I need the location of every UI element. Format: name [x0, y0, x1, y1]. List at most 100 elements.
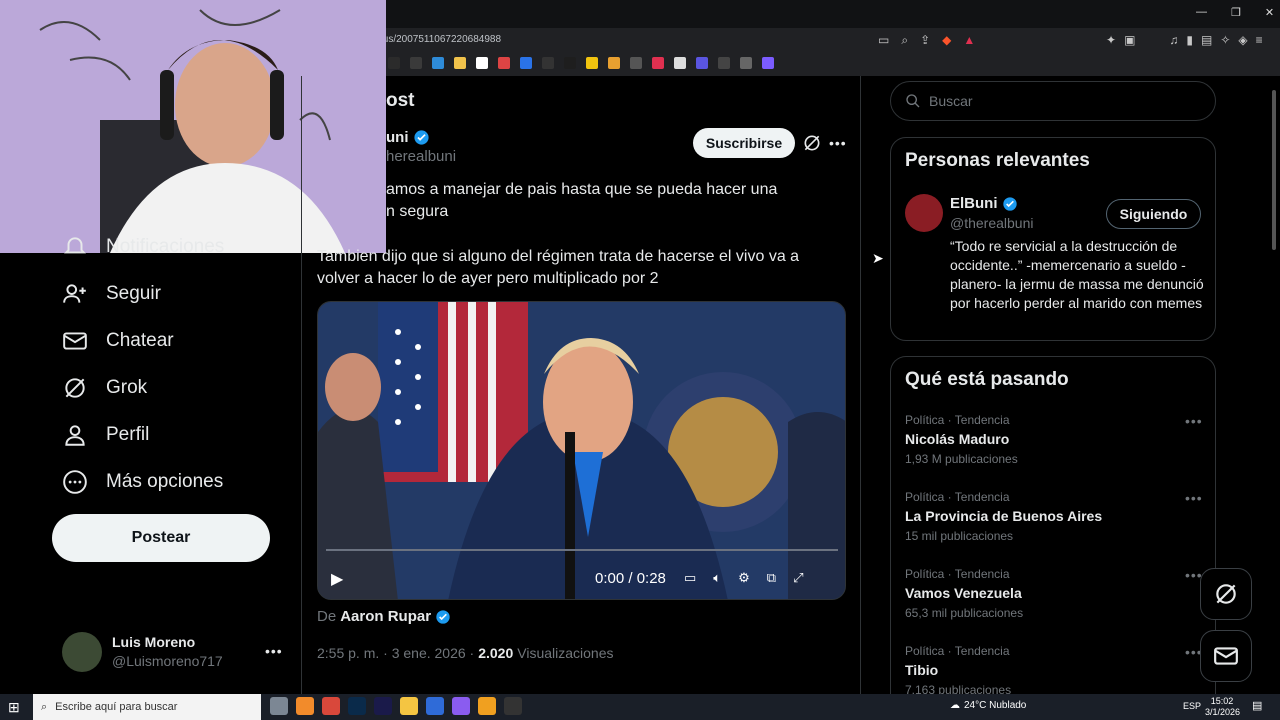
- bookmark-icon[interactable]: [564, 57, 576, 69]
- play-icon[interactable]: ▶: [331, 569, 343, 589]
- bookmark-icon[interactable]: [542, 57, 554, 69]
- taskbar-app-icon[interactable]: [400, 697, 418, 715]
- trend-more-icon[interactable]: •••: [1185, 490, 1203, 506]
- bookmark-icon[interactable]: [652, 57, 664, 69]
- nav-more[interactable]: Más opciones: [62, 469, 223, 495]
- window-controls: — ❐ ✕: [1196, 6, 1274, 19]
- bookmark-icon[interactable]: [498, 57, 510, 69]
- bell-icon: [63, 237, 87, 254]
- trend-item[interactable]: Política · Tendencia Vamos Venezuela 65,3 …: [905, 567, 1205, 627]
- taskbar-app-icon[interactable]: [452, 697, 470, 715]
- author-name[interactable]: uni: [386, 129, 430, 146]
- bookmark-icon[interactable]: [454, 57, 466, 69]
- messages-floating-button[interactable]: [1200, 630, 1252, 682]
- taskbar-search-input[interactable]: ⌕ Escribe aquí para buscar: [33, 694, 261, 720]
- bookmark-icon[interactable]: [608, 57, 620, 69]
- taskbar-app-icon[interactable]: [322, 697, 340, 715]
- account-menu-icon[interactable]: •••: [265, 643, 283, 659]
- relevant-handle[interactable]: @therealbuni: [950, 215, 1034, 231]
- post-timestamp[interactable]: 2:55 p. m. · 3 ene. 2026 ·: [317, 645, 474, 661]
- bookmark-icon[interactable]: [476, 57, 488, 69]
- wallet-icon[interactable]: ▤: [1201, 33, 1212, 47]
- taskbar-app-icon[interactable]: [478, 697, 496, 715]
- trend-more-icon[interactable]: •••: [1185, 413, 1203, 429]
- share-icon[interactable]: ⇪: [920, 33, 930, 48]
- weather-text: 24°C Nublado: [964, 700, 1027, 711]
- trend-item[interactable]: Política · Tendencia La Provincia de Buen…: [905, 490, 1205, 550]
- mouse-cursor-icon: ➤: [872, 250, 884, 266]
- verified-badge-icon: [436, 609, 450, 624]
- bookmark-icon[interactable]: [410, 57, 422, 69]
- trend-meta: Política · Tendencia: [905, 567, 1010, 581]
- close-icon[interactable]: ✕: [1265, 6, 1274, 19]
- captions-icon[interactable]: ▭: [684, 570, 696, 586]
- taskbar-app-icon[interactable]: [374, 697, 392, 715]
- subscribe-button[interactable]: Suscribirse: [693, 128, 795, 158]
- more-circle-icon: [63, 470, 87, 494]
- windows-start-icon[interactable]: ⊞: [8, 699, 20, 716]
- bookmarks-bar: [388, 55, 774, 71]
- nav-grok[interactable]: Grok: [62, 375, 147, 401]
- bookmark-icon[interactable]: [630, 57, 642, 69]
- trend-item[interactable]: Política · Tendencia Nicolás Maduro 1,93 M…: [905, 413, 1205, 473]
- nav-follow[interactable]: Seguir: [62, 281, 161, 307]
- scrollbar[interactable]: [1272, 90, 1276, 250]
- bookmark-icon[interactable]: [520, 57, 532, 69]
- restore-icon[interactable]: ❐: [1231, 6, 1241, 19]
- zoom-icon[interactable]: ⌕: [901, 33, 908, 48]
- nav-notifications[interactable]: Notificaciones: [62, 236, 224, 258]
- bookmark-icon[interactable]: [432, 57, 444, 69]
- grok-floating-button[interactable]: [1200, 568, 1252, 620]
- brave-shield-icon[interactable]: ◆: [942, 33, 951, 48]
- leo-icon[interactable]: ✧: [1220, 33, 1230, 47]
- attribution-name[interactable]: Aaron Rupar: [340, 608, 431, 625]
- screenshot-icon[interactable]: ▣: [1124, 33, 1135, 47]
- clock[interactable]: 15:02 3/1/2026: [1205, 696, 1240, 718]
- verified-badge-icon: [1002, 196, 1017, 211]
- post-more-icon[interactable]: •••: [829, 135, 847, 151]
- bookmark-icon[interactable]: [388, 57, 400, 69]
- taskbar-app-icon[interactable]: [504, 697, 522, 715]
- sidebar-icon[interactable]: ▮: [1186, 33, 1193, 47]
- nav-chat[interactable]: Chatear: [62, 328, 174, 354]
- language-indicator[interactable]: ESP: [1183, 701, 1201, 711]
- video-player[interactable]: ▶ 0:00 / 0:28 ▭ 🔈︎ ⚙ ⧉ ⤢: [317, 301, 846, 600]
- following-button[interactable]: Siguiendo: [1106, 199, 1201, 229]
- brave-rewards-icon[interactable]: ▲: [963, 33, 975, 48]
- taskbar-app-icon[interactable]: [348, 697, 366, 715]
- relevant-avatar[interactable]: [905, 194, 943, 232]
- weather-widget[interactable]: ☁ 24°C Nublado: [950, 700, 1026, 711]
- post-text-line: Tambien dijo que si alguno del régimen t…: [317, 248, 800, 265]
- bookmark-icon[interactable]: [740, 57, 752, 69]
- menu-icon[interactable]: ≡: [1256, 33, 1263, 47]
- fullscreen-icon[interactable]: ⤢: [793, 570, 803, 586]
- volume-icon[interactable]: 🔈︎: [713, 570, 721, 586]
- vpn-icon[interactable]: ◈: [1238, 33, 1247, 47]
- taskbar-app-icon[interactable]: [296, 697, 314, 715]
- avatar[interactable]: [62, 632, 102, 672]
- minimize-icon[interactable]: —: [1196, 6, 1207, 19]
- taskbar-app-icon[interactable]: [426, 697, 444, 715]
- taskbar-app-icon[interactable]: [270, 697, 288, 715]
- trend-count: 1,93 M publicaciones: [905, 452, 1018, 466]
- relevant-name[interactable]: ElBuni: [950, 195, 1018, 212]
- bookmark-icon[interactable]: [718, 57, 730, 69]
- bookmark-icon[interactable]: [674, 57, 686, 69]
- settings-icon[interactable]: ⚙: [738, 570, 750, 586]
- post-button[interactable]: Postear: [52, 514, 270, 562]
- cast-icon[interactable]: ▭: [878, 33, 889, 48]
- video-progress-track[interactable]: [326, 549, 838, 551]
- media-icon[interactable]: ♫: [1169, 33, 1178, 47]
- bookmark-icon[interactable]: [762, 57, 774, 69]
- grok-post-icon[interactable]: [802, 133, 822, 158]
- notifications-icon[interactable]: ▤: [1252, 699, 1262, 712]
- nav-profile[interactable]: Perfil: [62, 422, 149, 448]
- trend-name: La Provincia de Buenos Aires: [905, 508, 1103, 524]
- extensions-icon[interactable]: ✦: [1106, 33, 1116, 47]
- dock-icon[interactable]: ⧉: [767, 570, 776, 586]
- author-handle[interactable]: herealbuni: [386, 148, 456, 165]
- bookmark-icon[interactable]: [696, 57, 708, 69]
- trend-name: Nicolás Maduro: [905, 431, 1010, 447]
- bookmark-icon[interactable]: [586, 57, 598, 69]
- search-input[interactable]: Buscar: [890, 81, 1216, 121]
